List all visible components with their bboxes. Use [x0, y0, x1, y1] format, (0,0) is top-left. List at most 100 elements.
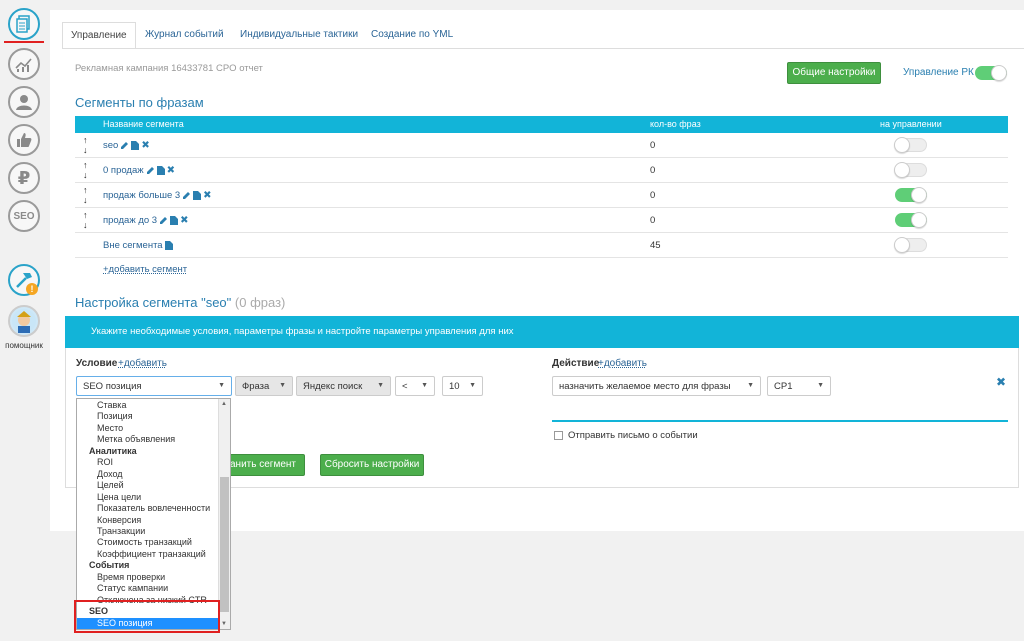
assistant-label: помощник: [5, 341, 43, 350]
seo-icon[interactable]: SEO: [8, 200, 40, 232]
general-settings-button[interactable]: Общие настройки: [787, 62, 881, 84]
reorder-arrows-icon[interactable]: ↑ ↓: [83, 185, 88, 205]
dropdown-group-label: Аналитика: [89, 445, 137, 456]
condition-select[interactable]: SEO позиция ▼: [76, 376, 232, 396]
phrase-count: 0: [650, 215, 656, 226]
dropdown-option[interactable]: Статус кампании: [77, 583, 219, 595]
dropdown-option[interactable]: Коэффициент транзакций: [77, 549, 219, 561]
tab-management[interactable]: Управление: [62, 22, 136, 49]
chevron-down-icon: ▼: [377, 382, 384, 389]
tab-individual-tactics[interactable]: Индивидуальные тактики: [232, 22, 366, 49]
document-icon[interactable]: [193, 191, 202, 200]
operator-select[interactable]: < ▼: [395, 376, 435, 396]
dropdown-option[interactable]: Ставка: [77, 400, 219, 412]
chevron-down-icon: ▼: [218, 382, 225, 389]
table-row: ↑ ↓ seo ✖ 0: [75, 133, 1008, 158]
segment-name-link[interactable]: продаж больше 3: [103, 190, 180, 201]
email-checkbox[interactable]: [554, 431, 563, 440]
left-rail: ₽ SEO ! помощник: [0, 0, 48, 641]
segment-name-link[interactable]: seo: [103, 140, 118, 151]
edit-pencil-icon[interactable]: [159, 216, 168, 225]
col-name: Название сегмента: [103, 119, 184, 129]
chevron-down-icon: ▼: [817, 382, 824, 389]
user-icon[interactable]: [8, 86, 40, 118]
tabs-divider: [62, 48, 1024, 49]
dropdown-option[interactable]: ROI: [77, 457, 219, 469]
settings-banner: Укажите необходимые условия, параметры ф…: [65, 316, 1019, 348]
delete-icon[interactable]: ✖: [167, 165, 175, 176]
dropdown-group-label: События: [89, 560, 130, 571]
dropdown-option[interactable]: Стоимость транзакций: [77, 537, 219, 549]
rk-management-toggle[interactable]: [975, 65, 1007, 81]
document-icon[interactable]: [156, 166, 165, 175]
managed-toggle[interactable]: [895, 187, 927, 203]
dropdown-option[interactable]: Место: [77, 423, 219, 435]
segment-settings-title: Настройка сегмента "seo" (0 фраз): [75, 295, 286, 310]
document-icon[interactable]: [164, 240, 173, 250]
managed-toggle[interactable]: [894, 137, 927, 153]
managed-toggle[interactable]: [894, 162, 927, 178]
scrollbar-thumb[interactable]: [220, 477, 229, 612]
edit-pencil-icon[interactable]: [182, 191, 191, 200]
ruble-icon[interactable]: ₽: [8, 162, 40, 194]
segment-name-link[interactable]: Вне сегмента: [103, 240, 163, 251]
reorder-arrows-icon[interactable]: ↑ ↓: [83, 210, 88, 230]
dropdown-option[interactable]: Целей: [77, 480, 219, 492]
search-engine-select[interactable]: Яндекс поиск ▼: [296, 376, 391, 396]
document-icon[interactable]: [170, 216, 179, 225]
phrase-select[interactable]: Фраза ▼: [235, 376, 293, 396]
dropdown-option[interactable]: Транзакции: [77, 526, 219, 538]
tab-event-log[interactable]: Журнал событий: [137, 22, 232, 49]
reorder-arrows-icon[interactable]: ↑ ↓: [83, 160, 88, 180]
dropdown-option[interactable]: Время проверки: [77, 572, 219, 584]
delete-icon[interactable]: ✖: [203, 190, 211, 201]
edit-pencil-icon[interactable]: [146, 166, 155, 175]
dropdown-option[interactable]: Цена цели: [77, 492, 219, 504]
dropdown-scrollbar[interactable]: ▲ ▼: [218, 399, 230, 629]
assistant-avatar[interactable]: [8, 305, 40, 337]
segment-name-link[interactable]: продаж до 3: [103, 215, 157, 226]
rk-management-label: Управление РК: [903, 67, 974, 78]
add-condition-link[interactable]: +добавить: [118, 358, 167, 369]
reorder-arrows-icon[interactable]: ↑ ↓: [83, 135, 88, 155]
tab-yml[interactable]: Создание по YML: [363, 22, 461, 49]
reset-settings-button[interactable]: Сбросить настройки: [320, 454, 424, 476]
action-select[interactable]: назначить желаемое место для фразы ▼: [552, 376, 761, 396]
scroll-up-icon[interactable]: ▲: [221, 401, 227, 407]
chevron-down-icon: ▼: [421, 382, 428, 389]
highlight-frame: [74, 600, 220, 633]
condition-dropdown-list[interactable]: Ставка Позиция Место Метка объявления Аналит…: [76, 398, 231, 630]
phrase-count: 0: [650, 165, 656, 176]
phrase-count: 45: [650, 240, 661, 251]
chart-icon[interactable]: [8, 48, 40, 80]
chevron-down-icon: ▼: [279, 382, 286, 389]
dropdown-option[interactable]: Доход: [77, 469, 219, 481]
chevron-down-icon: ▼: [747, 382, 754, 389]
condition-label: Условие: [76, 358, 118, 369]
managed-toggle[interactable]: [894, 237, 927, 253]
delete-icon[interactable]: ✖: [180, 215, 188, 226]
scroll-down-icon[interactable]: ▼: [221, 621, 227, 627]
thumbs-up-icon[interactable]: [8, 124, 40, 156]
col-count: кол-во фраз: [650, 119, 701, 129]
table-row: ↑ ↓ продаж больше 3 ✖ 0: [75, 183, 1008, 208]
dropdown-option[interactable]: Конверсия: [77, 515, 219, 527]
add-action-link[interactable]: +добавить: [598, 358, 647, 369]
segment-name-link[interactable]: 0 продаж: [103, 165, 144, 176]
document-icon[interactable]: [131, 141, 140, 150]
edit-pencil-icon[interactable]: [120, 141, 129, 150]
add-segment-link[interactable]: +добавить сегмент: [103, 264, 187, 275]
dropdown-option[interactable]: Позиция: [77, 411, 219, 423]
remove-action-icon[interactable]: ✖: [996, 375, 1006, 389]
value-select[interactable]: 10 ▼: [442, 376, 483, 396]
dropdown-option[interactable]: Метка объявления: [77, 434, 219, 446]
active-indicator: [4, 41, 44, 43]
action-label: Действие: [552, 358, 600, 369]
delete-icon[interactable]: ✖: [141, 140, 149, 151]
dropdown-option[interactable]: Показатель вовлеченности: [77, 503, 219, 515]
phrase-count: 0: [650, 190, 656, 201]
document-icon[interactable]: [8, 8, 40, 40]
place-select[interactable]: СР1 ▼: [767, 376, 831, 396]
chevron-down-icon: ▼: [469, 382, 476, 389]
managed-toggle[interactable]: [895, 212, 927, 228]
